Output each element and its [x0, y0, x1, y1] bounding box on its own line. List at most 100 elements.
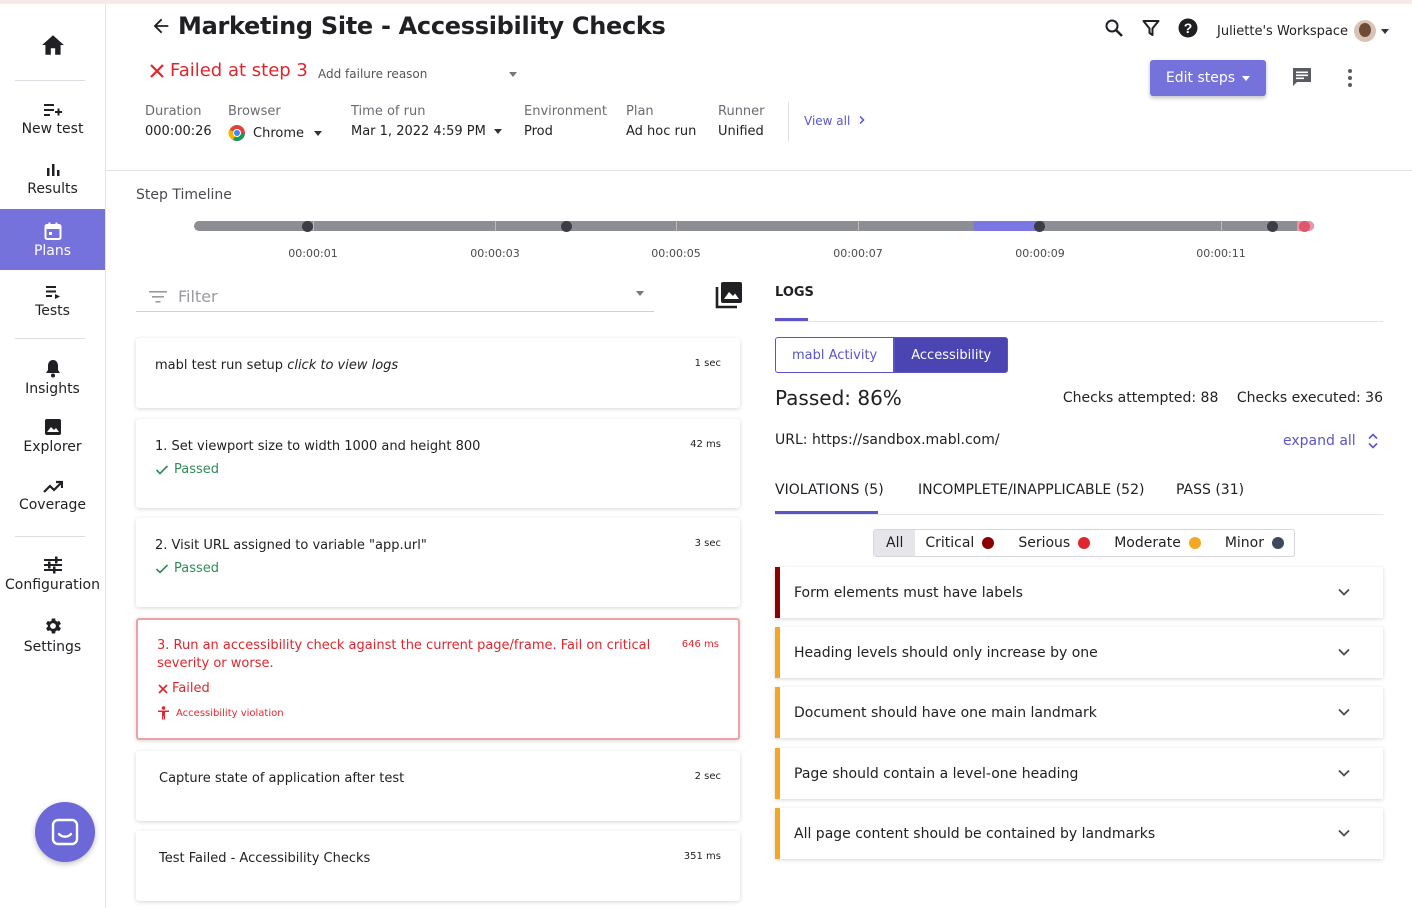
violation-card[interactable]: Document should have one main landmark — [775, 687, 1383, 738]
sidebar-item-new-test[interactable]: New test — [0, 102, 105, 137]
sidebar-item-settings[interactable]: Settings — [0, 616, 105, 655]
meta-runner: Runner Unified — [718, 104, 765, 139]
step-status: Passed — [174, 462, 220, 477]
trend-icon — [42, 480, 63, 493]
sidebar-item-plans[interactable]: Plans — [0, 209, 105, 270]
home-button[interactable] — [0, 32, 105, 60]
step-card-test-failed[interactable]: Test Failed - Accessibility Checks 351 m… — [136, 831, 740, 901]
meta-time-of-run[interactable]: Time of run Mar 1, 2022 4:59 PM — [351, 104, 502, 139]
severity-moderate[interactable]: Moderate — [1100, 530, 1211, 556]
sidebar-item-results[interactable]: Results — [0, 162, 105, 197]
checks-attempted: Checks attempted: 88 — [1062, 390, 1219, 406]
step-timeline[interactable] — [194, 221, 1314, 232]
meta-duration: Duration 000:00:26 — [145, 104, 212, 139]
step-card-capture[interactable]: Capture state of application after test … — [136, 751, 740, 821]
meta-value: Unified — [718, 124, 764, 139]
chevron-down-icon — [493, 129, 502, 134]
chat-icon — [51, 818, 79, 846]
timeline-step-dot[interactable] — [1267, 221, 1278, 232]
sidebar-item-explorer[interactable]: Explorer — [0, 418, 105, 455]
checked-url: URL: https://sandbox.mabl.com/ — [775, 432, 1000, 448]
sidebar-divider — [15, 338, 85, 339]
violation-card[interactable]: Form elements must have labels — [775, 567, 1383, 618]
avatar — [1354, 20, 1377, 42]
svg-text:?: ? — [1184, 20, 1193, 36]
page-title: Marketing Site - Accessibility Checks — [178, 12, 666, 40]
back-arrow-icon[interactable] — [150, 15, 172, 37]
view-all-link[interactable]: View all — [804, 114, 867, 128]
step-duration: 646 ms — [681, 639, 719, 650]
help-icon[interactable]: ? — [1178, 18, 1198, 38]
violation-card[interactable]: Heading levels should only increase by o… — [775, 627, 1383, 678]
meta-label: Duration — [145, 104, 202, 119]
edit-steps-button[interactable]: Edit steps — [1150, 60, 1266, 96]
timeline-step-dot[interactable] — [1034, 221, 1045, 232]
bar-chart-icon — [46, 164, 59, 176]
sidebar-item-label: Coverage — [18, 497, 87, 513]
severity-all[interactable]: All — [874, 530, 916, 556]
severity-minor[interactable]: Minor — [1211, 530, 1294, 556]
severity-dot — [1188, 537, 1201, 549]
sliders-icon — [43, 556, 62, 574]
step-card-1[interactable]: 1. Set viewport size to width 1000 and h… — [136, 419, 740, 508]
chat-launcher-button[interactable] — [35, 802, 95, 862]
filter-icon[interactable] — [1142, 19, 1160, 37]
timeline-tick-label: 00:00:07 — [833, 247, 883, 260]
sidebar-item-label: Tests — [35, 303, 70, 319]
tab-incomplete[interactable]: INCOMPLETE/INAPPLICABLE (52) — [918, 482, 1144, 498]
gear-icon — [45, 618, 61, 634]
accessibility-icon — [158, 706, 169, 720]
filter-input[interactable]: Filter — [136, 282, 654, 312]
screenshots-icon[interactable] — [714, 280, 744, 310]
chevron-down-icon — [1338, 648, 1350, 656]
expand-all-button[interactable]: expand all — [1283, 432, 1380, 450]
meta-browser[interactable]: Browser Chrome — [228, 104, 322, 142]
sidebar-item-configuration[interactable]: Configuration — [0, 556, 105, 593]
chevron-down-icon — [509, 72, 517, 77]
severity-label: All — [886, 535, 904, 551]
step-view-logs-link[interactable]: click to view logs — [287, 358, 398, 373]
more-vert-icon[interactable] — [1340, 68, 1360, 88]
timeline-tick — [858, 221, 859, 231]
search-icon[interactable] — [1104, 18, 1124, 38]
violation-card[interactable]: Page should contain a level-one heading — [775, 748, 1383, 799]
close-icon — [158, 683, 168, 694]
sidebar: New test Results Plans Tests Insights Ex… — [0, 4, 106, 908]
segment-mabl-activity[interactable]: mabl Activity — [775, 337, 895, 373]
severity-critical[interactable]: Critical — [915, 530, 1004, 556]
violation-title: Heading levels should only increase by o… — [794, 644, 1098, 661]
home-icon — [41, 35, 64, 55]
header-divider — [106, 170, 1412, 171]
sidebar-item-label: Insights — [25, 381, 80, 397]
step-card-3[interactable]: 3. Run an accessibility check against th… — [136, 618, 740, 740]
tab-logs[interactable]: LOGS — [775, 285, 814, 300]
chevron-right-icon — [859, 115, 865, 125]
comment-icon[interactable] — [1291, 67, 1313, 87]
step-card-setup[interactable]: mabl test run setup click to view logs 1… — [136, 338, 740, 408]
sidebar-item-insights[interactable]: Insights — [0, 358, 105, 397]
meta-value: Mar 1, 2022 4:59 PM — [351, 124, 486, 139]
expand-all-label: expand all — [1283, 433, 1356, 449]
timeline-tick-label: 00:00:09 — [1015, 247, 1065, 260]
tab-pass[interactable]: PASS (31) — [1176, 482, 1244, 498]
timeline-step-dot[interactable] — [1299, 221, 1310, 232]
sidebar-item-coverage[interactable]: Coverage — [0, 480, 105, 513]
segment-accessibility[interactable]: Accessibility — [894, 337, 1009, 373]
fail-status-text: Failed at step 3 — [170, 60, 308, 81]
sidebar-divider — [15, 80, 85, 81]
failure-reason-select[interactable]: Add failure reason — [318, 67, 523, 81]
workspace-name: Juliette's Workspace — [1217, 23, 1349, 39]
severity-serious[interactable]: Serious — [1004, 530, 1100, 556]
fail-status: Failed at step 3 — [148, 60, 308, 81]
tab-violations[interactable]: VIOLATIONS (5) — [775, 482, 884, 498]
violation-card[interactable]: All page content should be contained by … — [775, 808, 1383, 859]
timeline-label: Step Timeline — [136, 187, 232, 203]
timeline-step-dot[interactable] — [302, 221, 313, 232]
chevron-down-icon — [314, 130, 322, 136]
timeline-tick-label: 00:00:11 — [1196, 247, 1246, 260]
step-card-2[interactable]: 2. Visit URL assigned to variable "app.u… — [136, 518, 740, 607]
meta-value: 000:00:26 — [145, 124, 212, 139]
timeline-step-dot[interactable] — [561, 221, 572, 232]
sidebar-item-tests[interactable]: Tests — [0, 284, 105, 319]
workspace-selector[interactable]: Juliette's Workspace — [1217, 20, 1390, 42]
